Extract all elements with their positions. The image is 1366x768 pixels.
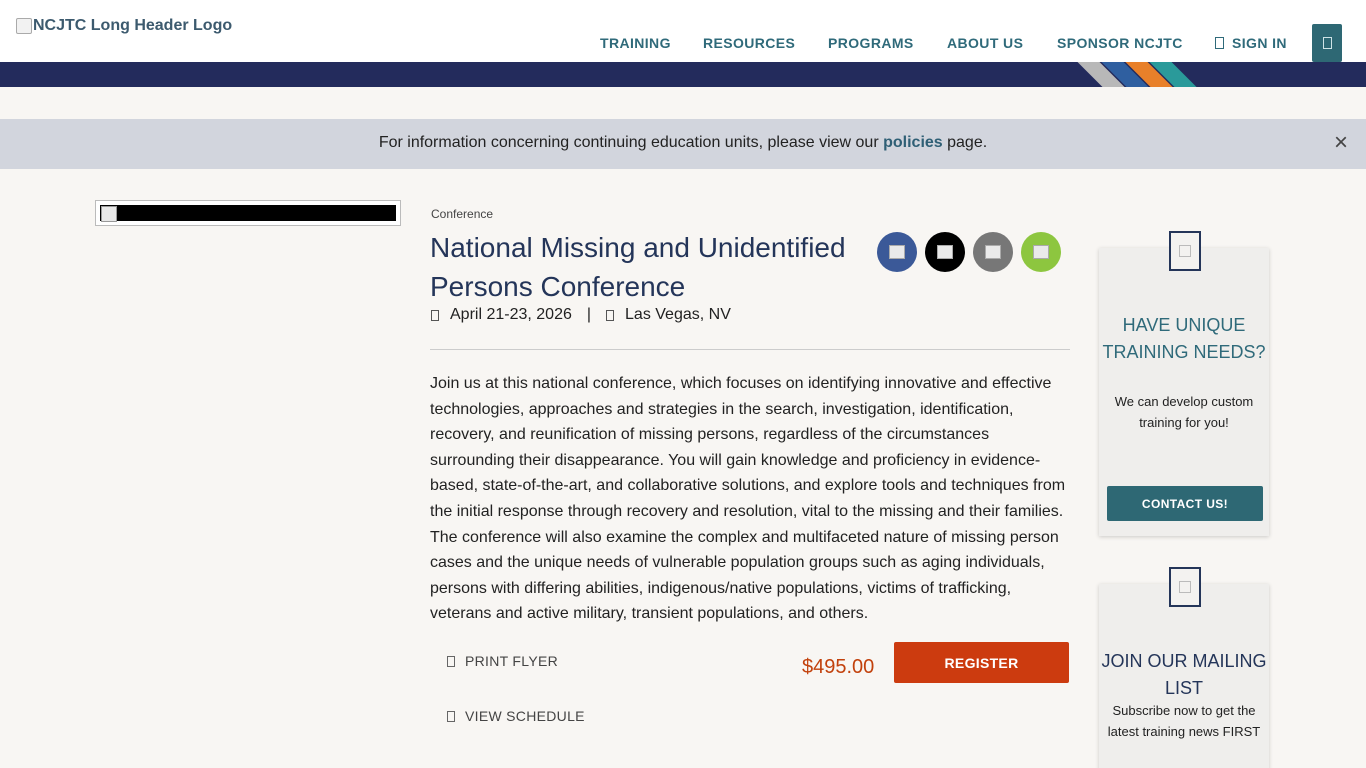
- schedule-icon: [447, 711, 455, 722]
- x-icon: [937, 245, 953, 259]
- sign-in-label: SIGN IN: [1232, 35, 1287, 51]
- nav-sponsor-ncjtc[interactable]: SPONSOR NCJTC: [1057, 35, 1183, 51]
- mailing-list-title: JOIN OUR MAILING LIST: [1101, 651, 1267, 698]
- print-icon: [447, 656, 455, 667]
- alert-text-after: page.: [942, 134, 988, 151]
- mailing-list-text: Subscribe now to get the latest training…: [1107, 703, 1261, 739]
- mail-icon: [1169, 567, 1201, 607]
- header-band: [0, 62, 1366, 87]
- menu-button[interactable]: [1312, 24, 1342, 62]
- policies-link[interactable]: policies: [883, 134, 943, 151]
- main-nav: TRAINING RESOURCES PROGRAMS ABOUT US SPO…: [0, 35, 1366, 53]
- view-schedule-label: VIEW SCHEDULE: [465, 708, 585, 724]
- share-button[interactable]: [1021, 232, 1061, 272]
- view-schedule-link[interactable]: VIEW SCHEDULE: [447, 708, 585, 724]
- divider: [430, 349, 1070, 350]
- custom-training-card: HAVE UNIQUE TRAINING NEEDS? We can devel…: [1099, 231, 1269, 536]
- email-icon: [985, 245, 1001, 259]
- cec-alert-banner: For information concerning continuing ed…: [0, 119, 1366, 169]
- nav-sign-in[interactable]: SIGN IN: [1215, 35, 1287, 51]
- event-image: [95, 200, 401, 226]
- custom-training-title: HAVE UNIQUE TRAINING NEEDS?: [1102, 315, 1266, 362]
- alert-text-before: For information concerning continuing ed…: [378, 134, 884, 151]
- menu-icon: [1322, 37, 1332, 49]
- nav-about-us[interactable]: ABOUT US: [947, 35, 1023, 51]
- map-pin-icon: [606, 309, 615, 321]
- event-date: April 21-23, 2026: [450, 306, 572, 323]
- alert-text: For information concerning continuing ed…: [0, 134, 1366, 152]
- register-button[interactable]: REGISTER: [894, 642, 1069, 683]
- event-price: $495.00: [802, 656, 875, 678]
- nav-training[interactable]: TRAINING: [600, 35, 671, 51]
- calendar-icon: [431, 309, 439, 321]
- share-icon: [1033, 245, 1049, 259]
- nav-resources[interactable]: RESOURCES: [703, 35, 795, 51]
- print-flyer-link[interactable]: PRINT FLYER: [447, 653, 558, 669]
- close-icon[interactable]: ×: [1332, 131, 1350, 155]
- event-meta: April 21-23, 2026 | Las Vegas, NV: [431, 306, 731, 324]
- site-logo[interactable]: NCJTC Long Header Logo: [16, 17, 232, 35]
- site-header: NCJTC Long Header Logo TRAINING RESOURCE…: [0, 0, 1366, 62]
- email-share-button[interactable]: [973, 232, 1013, 272]
- mailing-list-card: JOIN OUR MAILING LIST Subscribe now to g…: [1099, 567, 1269, 768]
- print-flyer-label: PRINT FLYER: [465, 653, 559, 669]
- training-icon: [1169, 231, 1201, 271]
- meta-separator: |: [586, 306, 592, 323]
- user-icon: [1215, 37, 1224, 49]
- event-title: National Missing and Unidentified Person…: [430, 232, 846, 302]
- event-location: Las Vegas, NV: [625, 306, 731, 323]
- event-category: Conference: [431, 207, 494, 221]
- custom-training-text: We can develop custom training for you!: [1114, 394, 1254, 430]
- logo-alt-text: NCJTC Long Header Logo: [33, 17, 233, 34]
- nav-programs[interactable]: PROGRAMS: [828, 35, 914, 51]
- x-share-button[interactable]: [925, 232, 965, 272]
- facebook-share-button[interactable]: [877, 232, 917, 272]
- facebook-icon: [889, 245, 905, 259]
- event-description: Join us at this national conference, whi…: [430, 375, 1066, 623]
- broken-image-icon: [16, 18, 32, 34]
- contact-us-button[interactable]: CONTACT US!: [1107, 486, 1263, 521]
